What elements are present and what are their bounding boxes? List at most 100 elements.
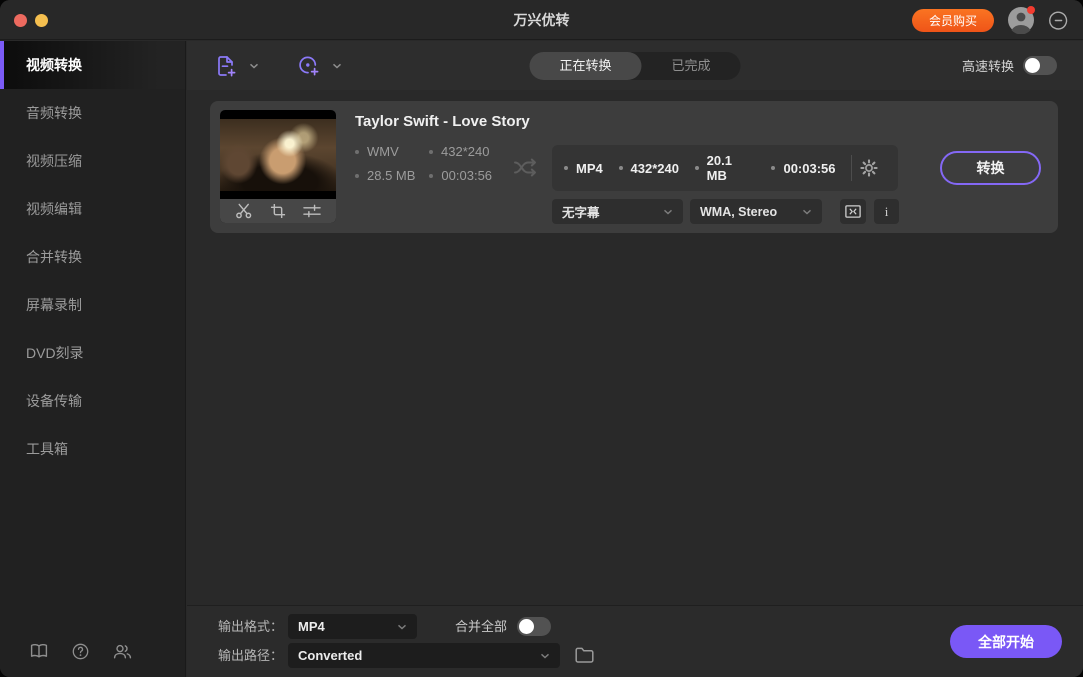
titlebar-actions: 会员购买 (911, 0, 1069, 40)
sidebar-item-dvd-burn[interactable]: DVD刻录 (0, 329, 185, 377)
source-size: 28.5 MB (355, 168, 415, 183)
source-meta-row-1: WMV 432*240 (355, 144, 530, 159)
source-info: Taylor Swift - Love Story WMV 432*240 28… (355, 113, 530, 183)
book-icon (30, 644, 48, 658)
users-icon (113, 644, 132, 658)
edit-tools (220, 199, 336, 223)
sidebar-item-label: 屏幕录制 (26, 297, 82, 313)
app-window: 万兴优转 会员购买 视频转换 音频转换 视频压缩 视频编辑 合并转换 屏幕录制 … (0, 0, 1083, 677)
sidebar-item-label: 工具箱 (26, 441, 68, 457)
trim-button[interactable] (235, 203, 253, 219)
add-dvd-button[interactable] (295, 50, 322, 81)
sidebar-item-video-convert[interactable]: 视频转换 (0, 41, 185, 89)
bullet (429, 149, 433, 154)
merge-all-toggle[interactable] (517, 617, 551, 636)
footer-bar: 输出格式： MP4 合并全部 输出路径： Converted 全部开始 (187, 605, 1083, 677)
toolbar: 正在转换 已完成 高速转换 (187, 41, 1083, 90)
high-speed-toggle[interactable] (1023, 56, 1057, 75)
high-speed-group: 高速转换 (962, 41, 1057, 90)
scissors-icon (235, 203, 251, 219)
sidebar-item-video-compress[interactable]: 视频压缩 (0, 137, 185, 185)
sidebar-item-label: 视频编辑 (26, 201, 82, 217)
compress-icon (845, 205, 861, 218)
output-path-label: 输出路径： (218, 648, 284, 663)
sidebar-bottom-actions (0, 625, 185, 677)
task-tabs: 正在转换 已完成 (529, 52, 741, 80)
chevron-down-icon (663, 209, 673, 215)
bullet (564, 166, 568, 170)
sidebar-item-toolbox[interactable]: 工具箱 (0, 425, 185, 473)
sidebar: 视频转换 音频转换 视频压缩 视频编辑 合并转换 屏幕录制 DVD刻录 设备传输… (0, 41, 186, 677)
shuffle-icon (514, 158, 536, 177)
tab-finished[interactable]: 已完成 (642, 52, 741, 80)
file-info-button[interactable]: i (874, 199, 899, 224)
audio-track-dropdown[interactable]: WMA, Stereo (690, 199, 822, 224)
add-file-dropdown-button[interactable] (247, 59, 261, 73)
add-dvd-dropdown-button[interactable] (330, 59, 344, 73)
target-duration: 00:03:56 (771, 161, 836, 176)
gear-icon (860, 159, 878, 177)
sidebar-item-label: DVD刻录 (26, 345, 84, 361)
sidebar-item-video-edit[interactable]: 视频编辑 (0, 185, 185, 233)
start-all-button[interactable]: 全部开始 (950, 625, 1062, 658)
sidebar-item-merge-convert[interactable]: 合并转换 (0, 233, 185, 281)
community-button[interactable] (113, 644, 132, 659)
chevron-down-icon (802, 209, 812, 215)
info-icon: i (884, 203, 889, 219)
video-preview-frame (220, 119, 336, 191)
help-icon (72, 643, 89, 659)
crop-button[interactable] (270, 203, 286, 219)
bullet (355, 173, 359, 178)
crop-icon (270, 203, 286, 219)
task-list: Taylor Swift - Love Story WMV 432*240 28… (187, 90, 1083, 605)
source-meta-row-2: 28.5 MB 00:03:56 (355, 168, 530, 183)
effects-button[interactable] (303, 204, 322, 218)
bullet (355, 149, 359, 154)
audio-dropdown-value: WMA, Stereo (700, 204, 778, 219)
subtitle-dropdown-value: 无字幕 (562, 206, 600, 220)
sidebar-item-audio-convert[interactable]: 音频转换 (0, 89, 185, 137)
output-settings-box: MP4 432*240 20.1 MB 00:03:56 (552, 145, 898, 191)
output-format-value: MP4 (298, 619, 325, 634)
message-icon (1049, 11, 1068, 30)
target-format: MP4 (564, 161, 603, 176)
source-resolution: 432*240 (429, 144, 489, 159)
toggle-knob (1025, 58, 1040, 73)
feedback-bubble-icon[interactable] (1048, 10, 1069, 31)
merge-all-label: 合并全部 (455, 619, 508, 634)
membership-purchase-button[interactable]: 会员购买 (911, 8, 994, 32)
toggle-knob (519, 619, 534, 634)
output-settings-button[interactable] (852, 159, 886, 177)
user-avatar[interactable] (1007, 6, 1035, 35)
sidebar-item-label: 合并转换 (26, 249, 82, 265)
target-resolution: 432*240 (618, 161, 679, 176)
open-folder-button[interactable] (575, 647, 594, 663)
sidebar-item-screen-record[interactable]: 屏幕录制 (0, 281, 185, 329)
chevron-down-icon (332, 63, 342, 69)
video-thumbnail[interactable] (220, 110, 336, 223)
bullet (618, 166, 623, 170)
output-format-label: 输出格式： (218, 619, 284, 634)
bullet (429, 173, 434, 178)
add-file-icon (218, 55, 236, 76)
sidebar-item-device-transfer[interactable]: 设备传输 (0, 377, 185, 425)
tab-converting[interactable]: 正在转换 (529, 52, 642, 80)
help-button[interactable] (72, 643, 89, 660)
source-format: WMV (355, 144, 415, 159)
chevron-down-icon (249, 63, 259, 69)
add-buttons-group (213, 41, 344, 90)
compress-button[interactable] (840, 199, 866, 224)
output-path-dropdown[interactable]: Converted (288, 643, 560, 668)
output-path-value: Converted (298, 648, 363, 663)
chevron-down-icon (540, 653, 550, 659)
sidebar-item-label: 设备传输 (26, 393, 82, 409)
bullet (694, 166, 699, 170)
titlebar: 万兴优转 会员购买 (0, 0, 1083, 40)
source-duration: 00:03:56 (429, 168, 492, 183)
folder-icon (575, 647, 594, 663)
user-guide-button[interactable] (30, 643, 48, 659)
convert-button[interactable]: 转换 (940, 151, 1041, 185)
output-format-dropdown[interactable]: MP4 (288, 614, 417, 639)
add-file-button[interactable] (213, 50, 239, 82)
subtitle-dropdown[interactable]: 无字幕 (552, 199, 683, 224)
